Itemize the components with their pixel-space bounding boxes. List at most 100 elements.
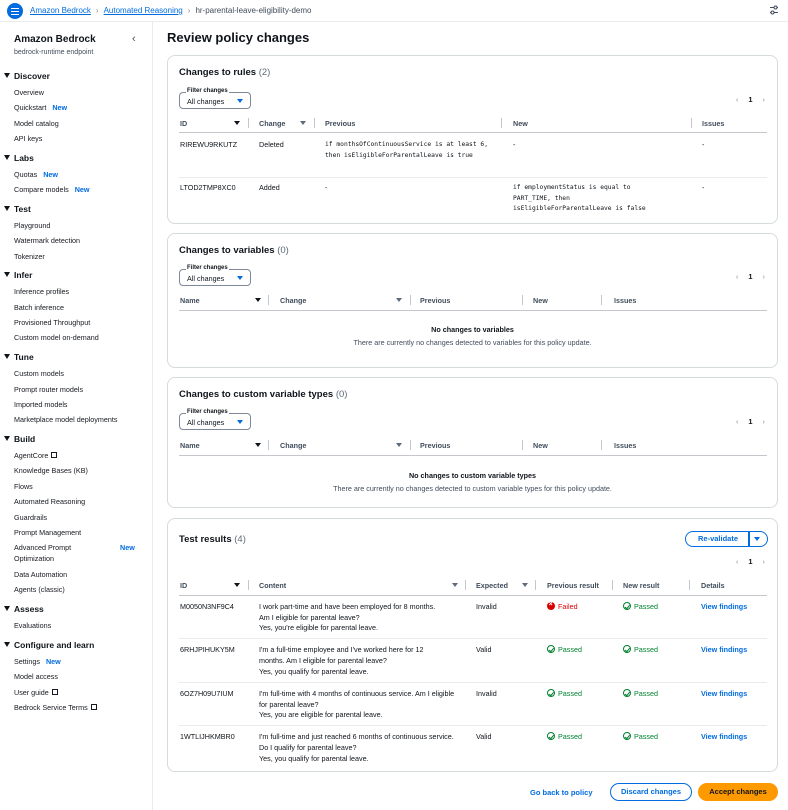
nav-section-discover[interactable]: Discover bbox=[4, 71, 50, 81]
nav-section-assess[interactable]: Assess bbox=[4, 604, 44, 614]
nav-section-configure-and-learn[interactable]: Configure and learn bbox=[4, 640, 94, 650]
caret-down-icon bbox=[4, 642, 10, 647]
breadcrumb-amazon-bedrock[interactable]: Amazon Bedrock bbox=[30, 6, 91, 15]
page-number[interactable]: 1 bbox=[748, 557, 752, 566]
sort-icon[interactable] bbox=[396, 443, 402, 447]
nav-item-automated-reasoning[interactable]: Automated Reasoning bbox=[14, 497, 85, 506]
sidebar-title[interactable]: Amazon Bedrock bbox=[14, 34, 96, 45]
nav-item-data-automation[interactable]: Data Automation bbox=[14, 570, 67, 579]
nav-item-batch-inference[interactable]: Batch inference bbox=[14, 303, 64, 312]
go-back-to-policy-button[interactable]: Go back to policy bbox=[530, 788, 593, 797]
column-header-change[interactable]: Change bbox=[280, 441, 306, 450]
filter-changes-select[interactable]: Filter changes All changes bbox=[179, 88, 251, 109]
new-badge: New bbox=[74, 185, 90, 194]
nav-item-custom-models[interactable]: Custom models bbox=[14, 369, 64, 378]
nav-item-playground[interactable]: Playground bbox=[14, 221, 50, 230]
sort-icon[interactable] bbox=[522, 583, 528, 587]
nav-item-user-guide[interactable]: User guide bbox=[14, 688, 58, 697]
nav-item-marketplace-model-deployments[interactable]: Marketplace model deployments bbox=[14, 415, 117, 424]
nav-item-imported-models[interactable]: Imported models bbox=[14, 400, 68, 409]
nav-item-guardrails[interactable]: Guardrails bbox=[14, 513, 47, 522]
nav-item-knowledge-bases[interactable]: Knowledge Bases (KB) bbox=[14, 466, 88, 475]
page-title: Review policy changes bbox=[167, 30, 310, 45]
nav-item-bedrock-service-terms[interactable]: Bedrock Service Terms bbox=[14, 703, 97, 712]
view-findings-link[interactable]: View findings bbox=[701, 645, 747, 654]
column-header-details: Details bbox=[701, 581, 725, 590]
nav-item-settings[interactable]: Settings New bbox=[14, 657, 61, 666]
sort-descending-icon[interactable] bbox=[255, 298, 261, 302]
nav-item-inference-profiles[interactable]: Inference profiles bbox=[14, 287, 69, 296]
sort-descending-icon[interactable] bbox=[255, 443, 261, 447]
sort-descending-icon[interactable] bbox=[234, 121, 240, 125]
page-number[interactable]: 1 bbox=[748, 272, 752, 281]
nav-item-agentcore[interactable]: AgentCore bbox=[14, 451, 58, 460]
new-badge: New bbox=[45, 657, 61, 666]
nav-item-compare-models[interactable]: Compare models New bbox=[14, 185, 90, 194]
row-divider bbox=[179, 725, 767, 726]
next-page-icon[interactable]: › bbox=[763, 557, 766, 566]
column-header-id[interactable]: ID bbox=[180, 581, 187, 590]
previous-page-icon[interactable]: ‹ bbox=[736, 272, 739, 281]
nav-section-test[interactable]: Test bbox=[4, 204, 31, 214]
menu-icon[interactable] bbox=[7, 3, 23, 19]
next-page-icon[interactable]: › bbox=[763, 417, 766, 426]
settings-sliders-icon[interactable] bbox=[769, 5, 779, 15]
nav-item-custom-model-on-demand[interactable]: Custom model on-demand bbox=[14, 333, 99, 342]
revalidate-dropdown-icon[interactable] bbox=[754, 537, 760, 541]
previous-page-icon[interactable]: ‹ bbox=[736, 95, 739, 104]
test-question: I'm a full-time employee and I've worked… bbox=[259, 645, 424, 665]
filter-changes-select[interactable]: Filter changes All changes bbox=[179, 409, 251, 430]
header-divider bbox=[179, 595, 767, 596]
nav-item-advanced-prompt[interactable]: Advanced Prompt bbox=[14, 543, 71, 552]
nav-item-optimization[interactable]: Optimization bbox=[14, 554, 54, 563]
nav-item-prompt-router-models[interactable]: Prompt router models bbox=[14, 385, 83, 394]
nav-item-quickstart[interactable]: Quickstart New bbox=[14, 103, 67, 112]
pagination: ‹ 1 › bbox=[736, 417, 765, 426]
nav-item-model-access[interactable]: Model access bbox=[14, 672, 58, 681]
next-page-icon[interactable]: › bbox=[763, 272, 766, 281]
nav-item-watermark-detection[interactable]: Watermark detection bbox=[14, 236, 80, 245]
sort-descending-icon[interactable] bbox=[234, 583, 240, 587]
nav-item-evaluations[interactable]: Evaluations bbox=[14, 621, 51, 630]
next-page-icon[interactable]: › bbox=[763, 95, 766, 104]
column-header-change[interactable]: Change bbox=[280, 296, 306, 305]
nav-item-flows[interactable]: Flows bbox=[14, 482, 33, 491]
filter-changes-select[interactable]: Filter changes All changes bbox=[179, 265, 251, 286]
nav-section-infer[interactable]: Infer bbox=[4, 270, 32, 280]
column-header-content[interactable]: Content bbox=[259, 581, 286, 590]
nav-item-agents-classic[interactable]: Agents (classic) bbox=[14, 585, 65, 594]
nav-section-build[interactable]: Build bbox=[4, 434, 35, 444]
sort-icon[interactable] bbox=[396, 298, 402, 302]
sort-icon[interactable] bbox=[300, 121, 306, 125]
column-header-new-result: New result bbox=[623, 581, 660, 590]
column-header-name[interactable]: Name bbox=[180, 441, 200, 450]
previous-page-icon[interactable]: ‹ bbox=[736, 417, 739, 426]
view-findings-link[interactable]: View findings bbox=[701, 689, 747, 698]
nav-item-prompt-management[interactable]: Prompt Management bbox=[14, 528, 81, 537]
page-number[interactable]: 1 bbox=[748, 417, 752, 426]
discard-changes-button[interactable]: Discard changes bbox=[610, 783, 692, 801]
column-header-expected[interactable]: Expected bbox=[476, 581, 508, 590]
breadcrumb-automated-reasoning[interactable]: Automated Reasoning bbox=[104, 6, 183, 15]
nav-item-provisioned-throughput[interactable]: Provisioned Throughput bbox=[14, 318, 90, 327]
test-id: M0050N3NF9C4 bbox=[180, 602, 234, 611]
nav-section-tune[interactable]: Tune bbox=[4, 352, 34, 362]
sort-icon[interactable] bbox=[452, 583, 458, 587]
accept-changes-button[interactable]: Accept changes bbox=[698, 783, 778, 801]
nav-item-model-catalog[interactable]: Model catalog bbox=[14, 119, 59, 128]
nav-section-labs[interactable]: Labs bbox=[4, 153, 34, 163]
nav-item-tokenizer[interactable]: Tokenizer bbox=[14, 252, 45, 261]
page-number[interactable]: 1 bbox=[748, 95, 752, 104]
rule-id: LTOD2TMP8XC0 bbox=[180, 183, 236, 192]
column-header-change[interactable]: Change bbox=[259, 119, 285, 128]
collapse-sidebar-icon[interactable]: ‹ bbox=[132, 33, 136, 45]
view-findings-link[interactable]: View findings bbox=[701, 602, 747, 611]
nav-item-overview[interactable]: Overview bbox=[14, 88, 44, 97]
column-header-id[interactable]: ID bbox=[180, 119, 187, 128]
nav-item-api-keys[interactable]: API keys bbox=[14, 134, 42, 143]
new-result-status: Passed bbox=[623, 645, 658, 654]
view-findings-link[interactable]: View findings bbox=[701, 732, 747, 741]
column-header-name[interactable]: Name bbox=[180, 296, 200, 305]
nav-item-quotas[interactable]: Quotas New bbox=[14, 170, 58, 179]
previous-page-icon[interactable]: ‹ bbox=[736, 557, 739, 566]
